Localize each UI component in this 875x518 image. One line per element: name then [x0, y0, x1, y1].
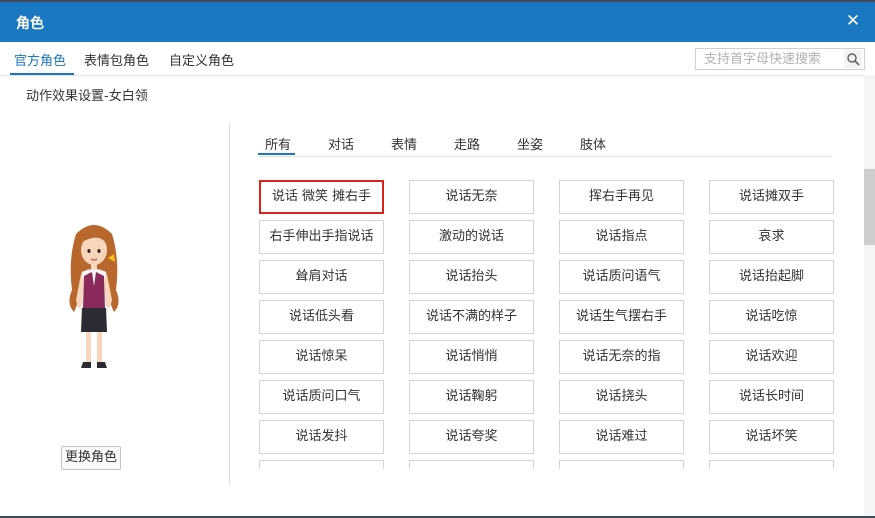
action-button[interactable]: 说话坏笑: [709, 420, 834, 454]
tab-all[interactable]: 所有: [258, 134, 298, 153]
action-button[interactable]: 说话低头看: [259, 300, 384, 334]
title-bar: 角色 ✕: [0, 2, 875, 42]
action-button[interactable]: 说话惊呆: [259, 340, 384, 374]
action-button[interactable]: 激动的说话: [409, 220, 534, 254]
action-button[interactable]: 说话吃惊: [709, 300, 834, 334]
action-button[interactable]: 挥右手再见: [559, 180, 684, 214]
scrollbar-thumb[interactable]: [864, 169, 875, 245]
action-button[interactable]: 说话质问口气: [259, 380, 384, 414]
action-button[interactable]: 说话抬起脚: [709, 260, 834, 294]
action-button[interactable]: 说话指点: [559, 220, 684, 254]
action-button[interactable]: 说话无奈: [409, 180, 534, 214]
vertical-scrollbar[interactable]: [864, 75, 875, 516]
action-button[interactable]: 说话长时间: [709, 380, 834, 414]
action-grid: 说话 微笑 摊右手 说话无奈 挥右手再见 说话摊双手右手伸出手指说话 激动的说话 说话指点…: [259, 176, 839, 469]
action-button[interactable]: 说话欢迎: [709, 340, 834, 374]
action-button[interactable]: 说话无奈的指: [559, 340, 684, 374]
role-preview-panel: 更换角色: [0, 122, 230, 486]
search-icon[interactable]: [844, 50, 862, 68]
page-subtitle: 动作效果设置-女白领: [26, 89, 148, 104]
tab-dialogue[interactable]: 对话: [321, 134, 361, 153]
action-button-selected[interactable]: 说话 微笑 摊右手: [259, 180, 384, 214]
action-button[interactable]: 说话摊双手: [709, 180, 834, 214]
action-button[interactable]: 说话鞠躬: [409, 380, 534, 414]
action-button[interactable]: 哀求: [709, 220, 834, 254]
action-button[interactable]: 说话不满的样子: [409, 300, 534, 334]
action-button[interactable]: 说话挠头: [559, 380, 684, 414]
tab-custom-roles[interactable]: 自定义角色: [169, 50, 234, 69]
action-button[interactable]: [259, 460, 384, 469]
action-button[interactable]: 耸肩对话: [259, 260, 384, 294]
action-button[interactable]: 右手伸出手指说话: [259, 220, 384, 254]
search-input[interactable]: [696, 49, 849, 69]
action-button[interactable]: [409, 460, 534, 469]
tab-body[interactable]: 肢体: [573, 134, 613, 153]
tab-sitting[interactable]: 坐姿: [510, 134, 550, 153]
tab-official-roles[interactable]: 官方角色: [14, 50, 66, 69]
character-avatar: [69, 225, 119, 368]
change-role-button[interactable]: 更换角色: [61, 446, 121, 470]
action-button[interactable]: 说话抬头: [409, 260, 534, 294]
action-button[interactable]: 说话难过: [559, 420, 684, 454]
tab-expression[interactable]: 表情: [384, 134, 424, 153]
action-button[interactable]: 说话生气摆右手: [559, 300, 684, 334]
search-box: [695, 48, 865, 70]
tab-emoji-roles[interactable]: 表情包角色: [84, 50, 149, 69]
close-icon[interactable]: ✕: [843, 10, 863, 32]
tab-walking[interactable]: 走路: [447, 134, 487, 153]
dialog-title: 角色: [16, 16, 44, 32]
active-tab-indicator: [10, 73, 74, 75]
action-button[interactable]: [559, 460, 684, 469]
action-category-tabs: 所有 对话 表情 走路 坐姿 肢体: [258, 132, 832, 157]
role-dialog: 角色 ✕ 官方角色 表情包角色 自定义角色 动作效果设置-女白领: [0, 2, 875, 516]
action-button[interactable]: 说话质问语气: [559, 260, 684, 294]
action-button[interactable]: 说话发抖: [259, 420, 384, 454]
action-button[interactable]: 说话夸奖: [409, 420, 534, 454]
action-button[interactable]: [709, 460, 834, 469]
active-category-indicator: [258, 153, 295, 155]
action-button[interactable]: 说话悄悄: [409, 340, 534, 374]
